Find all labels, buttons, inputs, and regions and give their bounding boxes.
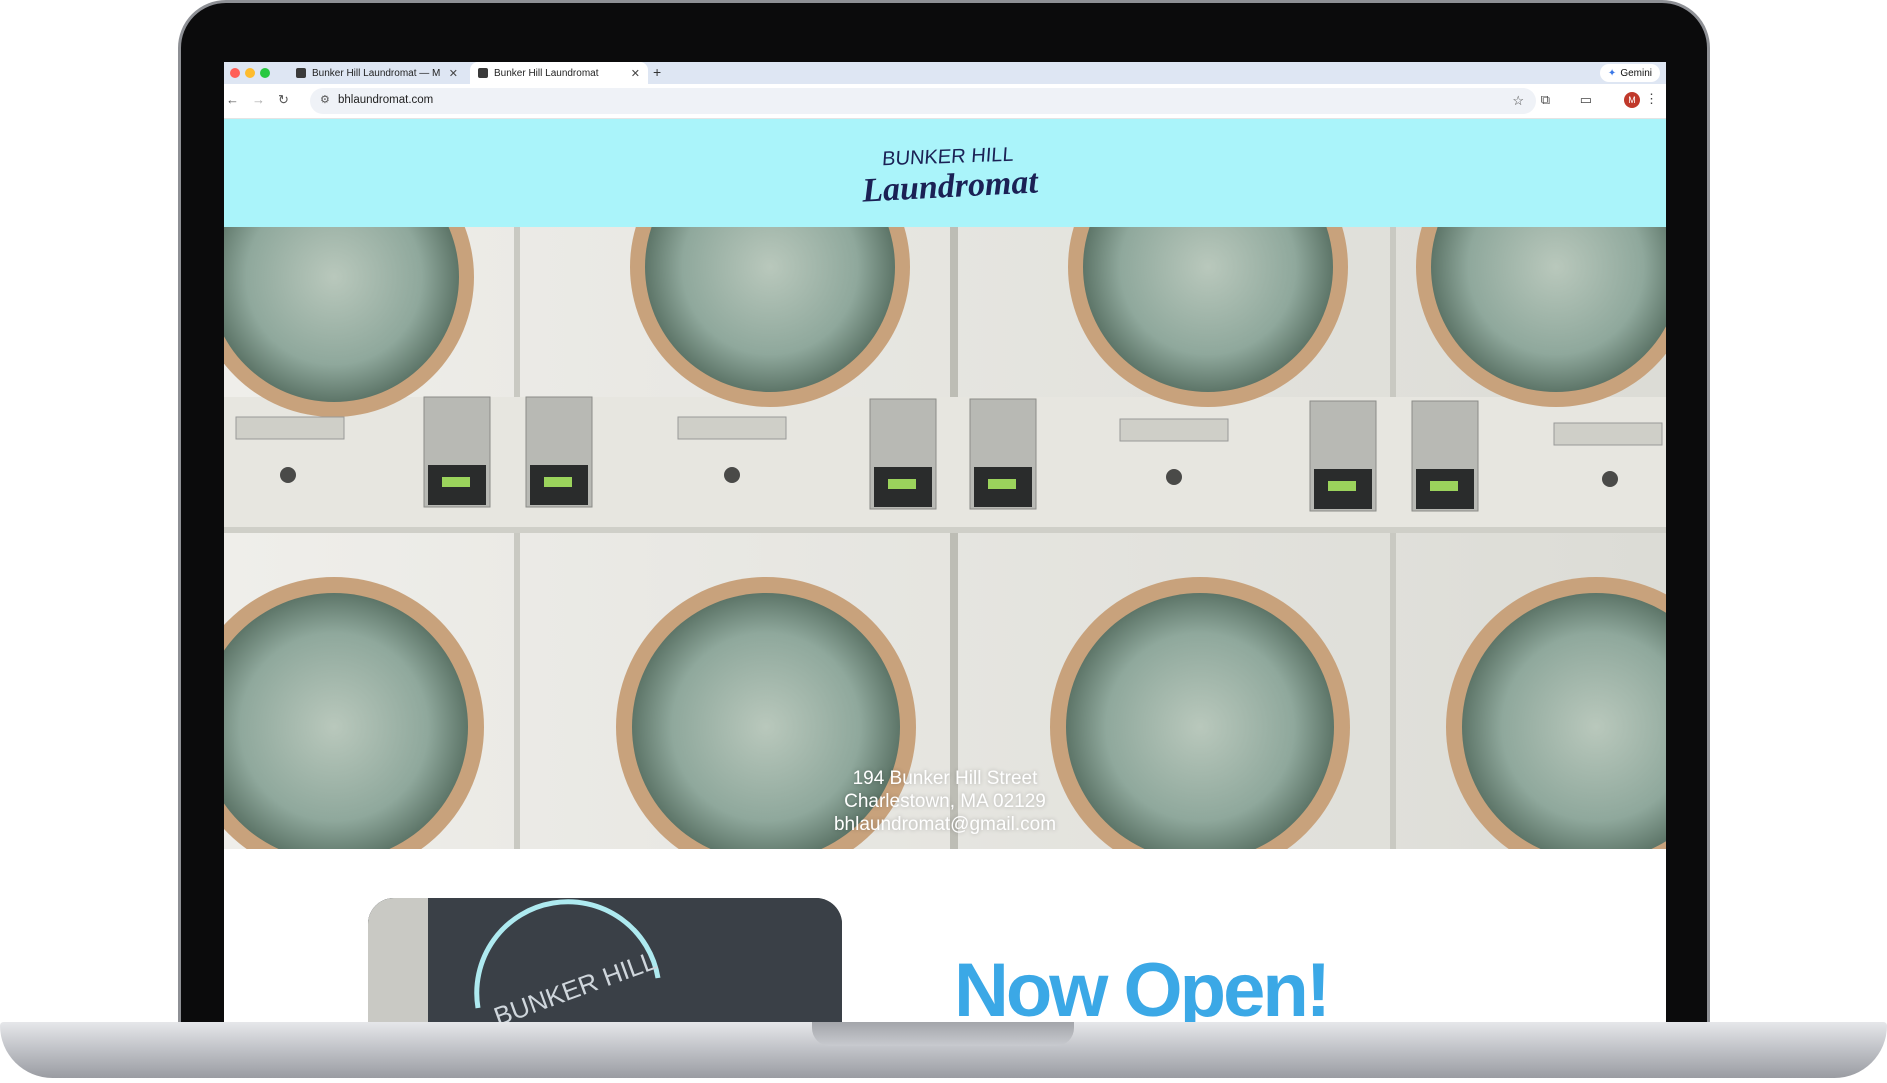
hero-image: 194 Bunker Hill Street Charlestown, MA 0… — [224, 227, 1666, 849]
close-tab-icon[interactable]: ✕ — [449, 67, 458, 80]
extensions-icon[interactable]: ⧉ — [1541, 92, 1550, 108]
sparkle-icon: ✦ — [1607, 67, 1617, 79]
close-window-button[interactable] — [230, 68, 240, 78]
browser-toolbar: ← → ↻ ⚙ bhlaundromat.com ☆ ⧉ ▭ M ⋮ — [224, 84, 1666, 119]
reload-icon[interactable]: ↻ — [278, 92, 289, 108]
web-page: BUNKER HILL Laundromat 194 Bunker Hill S… — [224, 119, 1666, 1022]
address-line-1: 194 Bunker Hill Street — [852, 768, 1038, 789]
favicon-icon — [478, 68, 488, 78]
forward-arrow-icon[interactable]: → — [252, 92, 265, 107]
dryers-photo — [224, 227, 1666, 849]
email-link[interactable]: bhlaundromat@gmail.com — [224, 813, 1666, 836]
site-settings-icon[interactable]: ⚙ — [320, 93, 330, 106]
close-tab-icon[interactable]: ✕ — [631, 67, 640, 80]
tab-title: Bunker Hill Laundromat — [494, 67, 599, 79]
maximize-window-button[interactable] — [260, 68, 270, 78]
contact-info: 194 Bunker Hill Street Charlestown, MA 0… — [224, 767, 1666, 836]
site-logo[interactable]: BUNKER HILL Laundromat — [830, 137, 1070, 207]
gemini-label: Gemini — [1620, 67, 1652, 79]
reading-mode-icon[interactable]: ▭ — [1580, 92, 1592, 108]
now-open-heading: Now Open! — [954, 948, 1331, 1022]
site-header: BUNKER HILL Laundromat — [224, 119, 1666, 227]
url-text: bhlaundromat.com — [338, 94, 434, 106]
minimize-window-button[interactable] — [245, 68, 255, 78]
favicon-icon — [296, 68, 306, 78]
intro-section: BUNKER HILL Now Open! — [224, 849, 1666, 1022]
plus-icon[interactable]: + — [653, 64, 661, 80]
storefront-photo: BUNKER HILL — [368, 898, 842, 1022]
tab-bunker-hill-2[interactable]: Bunker Hill Laundromat ✕ — [470, 62, 648, 84]
brick-wall-mural: BUNKER HILL — [368, 898, 842, 1022]
tab-title: Bunker Hill Laundromat — M — [312, 67, 441, 79]
address-line-2: Charlestown, MA 02129 — [844, 791, 1046, 812]
laptop-notch — [812, 1022, 1074, 1046]
laptop-screen: Bunker Hill Laundromat — M ✕ Bunker Hill… — [224, 62, 1666, 1022]
back-arrow-icon[interactable]: ← — [226, 92, 239, 107]
more-menu-icon[interactable]: ⋮ — [1645, 91, 1658, 107]
profile-avatar[interactable]: M — [1624, 92, 1640, 108]
address-bar[interactable]: ⚙ bhlaundromat.com ☆ — [310, 88, 1536, 114]
tab-strip: Bunker Hill Laundromat — M ✕ Bunker Hill… — [224, 62, 1666, 84]
gemini-button[interactable]: ✦ Gemini — [1599, 64, 1660, 82]
bookmark-star-icon[interactable]: ☆ — [1512, 93, 1524, 109]
tab-bunker-hill-1[interactable]: Bunker Hill Laundromat — M ✕ — [288, 62, 466, 84]
